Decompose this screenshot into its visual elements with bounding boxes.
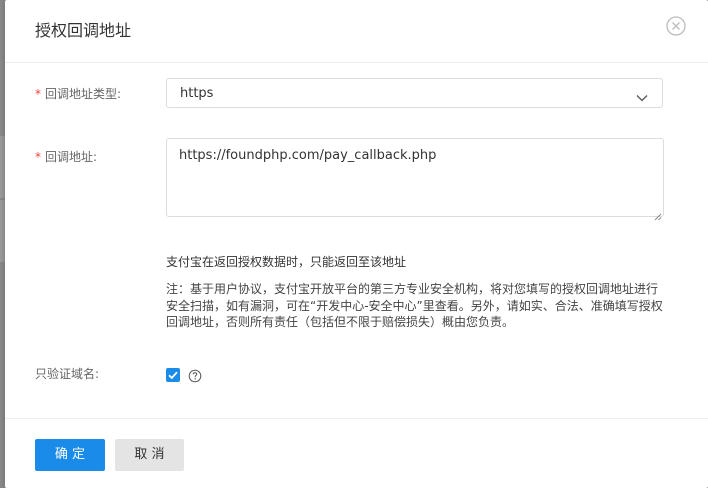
cancel-button[interactable]: 取 消 bbox=[115, 439, 184, 471]
chevron-down-icon bbox=[636, 88, 648, 102]
callback-url-value: https://foundphp.com/pay_callback.php bbox=[179, 148, 437, 163]
callback-url-dialog: 授权回调地址 * 回调地址类型: https * 回调地址: https://fou… bbox=[5, 0, 708, 488]
required-mark: * bbox=[35, 150, 41, 164]
security-note: 注：基于用户协议，支付宝开放平台的第三方专业安全机构，将对您填写的授权回调地址进… bbox=[166, 282, 663, 329]
domain-only-label: 只验证域名: bbox=[35, 367, 100, 381]
callback-url-textarea[interactable]: https://foundphp.com/pay_callback.php bbox=[166, 138, 664, 221]
dialog-title: 授权回调地址 bbox=[35, 21, 132, 40]
callback-url-label-text: 回调地址: bbox=[45, 150, 98, 164]
question-circle-icon[interactable] bbox=[188, 368, 202, 383]
dialog-header: 授权回调地址 bbox=[5, 0, 708, 63]
callback-url-label: * 回调地址: bbox=[35, 149, 97, 165]
checkmark-icon bbox=[168, 371, 178, 380]
callback-type-label: * 回调地址类型: bbox=[35, 86, 121, 102]
callback-hint: 支付宝在返回授权数据时，只能返回至该地址 bbox=[166, 255, 407, 269]
domain-only-checkbox[interactable] bbox=[166, 368, 180, 382]
callback-type-value: https bbox=[180, 86, 214, 101]
callback-type-select[interactable]: https bbox=[166, 78, 663, 108]
close-circle-icon[interactable] bbox=[666, 16, 686, 36]
confirm-button[interactable]: 确 定 bbox=[35, 439, 105, 471]
callback-type-label-text: 回调地址类型: bbox=[45, 87, 122, 101]
required-mark: * bbox=[35, 87, 41, 101]
resize-grip-icon[interactable] bbox=[653, 206, 662, 221]
footer-divider bbox=[5, 418, 708, 419]
